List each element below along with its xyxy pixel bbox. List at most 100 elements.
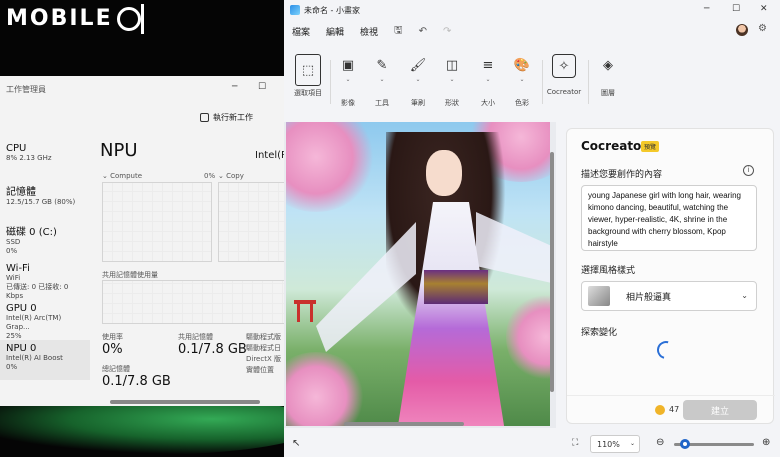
palette-icon: 🎨	[513, 57, 531, 73]
cherry-blossom	[506, 292, 550, 382]
zoom-slider-thumb[interactable]	[680, 439, 690, 449]
compute-graph	[102, 182, 212, 262]
menu-file[interactable]: 檔案	[292, 25, 310, 38]
ribbon-cocreator-button[interactable]: ✧ Cocreator	[544, 54, 584, 96]
ribbon-tools-button[interactable]: ✎ ⌄ 工具	[362, 54, 402, 108]
save-icon[interactable]: 🖫	[394, 23, 403, 40]
redo-icon[interactable]: ↷	[443, 26, 451, 37]
npu-memory-label: 總記憶體	[102, 365, 130, 373]
perf-item-cpu[interactable]: CPU 8% 2.13 GHz	[0, 140, 90, 180]
size-icon: ≡	[482, 57, 494, 73]
shared-memory-label: 共用記憶體	[178, 333, 213, 341]
minimize-icon[interactable]: ─	[232, 82, 237, 92]
prompt-textarea[interactable]: young Japanese girl with long hair, wear…	[581, 185, 757, 251]
usage-label: 使用率	[102, 333, 123, 341]
perf-item-detail: 0%	[6, 247, 18, 255]
perf-item-wifi[interactable]: Wi-Fi WiFi 已傳送: 0 已接收: 0 Kbps	[0, 260, 90, 300]
maximize-icon[interactable]: ☐	[732, 4, 740, 14]
perf-item-detail: 已傳送: 0 已接收: 0 Kbps	[6, 283, 69, 300]
shared-memory-graph-label: 共用記憶體使用量	[102, 271, 158, 279]
copy-graph	[218, 182, 290, 262]
zoom-level-select[interactable]: 110% ⌄	[590, 435, 640, 453]
style-label: 選擇風格樣式	[581, 266, 636, 276]
run-task-icon	[200, 113, 209, 122]
run-new-task-label: 執行新工作	[213, 113, 253, 122]
close-icon[interactable]: ✕	[760, 4, 768, 14]
ribbon-selection-button[interactable]: ⬚ 選取項目	[288, 54, 328, 98]
directx-version-label: DirectX 版	[246, 355, 281, 363]
maximize-icon[interactable]: ☐	[258, 82, 266, 92]
fit-to-window-icon[interactable]: ⛶	[572, 438, 578, 448]
describe-label: 描述您要創作的內容	[581, 170, 663, 180]
menu-edit[interactable]: 編輯	[326, 25, 344, 38]
explore-variations-label: 探索變化	[581, 328, 618, 338]
torii-gate	[294, 300, 316, 322]
ribbon-color-button[interactable]: 🎨 ⌄ 色彩	[502, 54, 542, 108]
shared-memory-graph	[102, 280, 290, 324]
usage-value: 0%	[102, 342, 123, 357]
brush-icon: 🖌	[409, 57, 427, 73]
perf-item-name: NPU 0	[6, 343, 37, 354]
style-thumbnail	[588, 286, 610, 306]
zoom-in-icon[interactable]: ⊕	[762, 437, 770, 448]
chevron-down-icon: ⌄	[741, 291, 748, 300]
physical-location-label: 實體位置	[246, 366, 274, 374]
minimize-icon[interactable]: ─	[704, 4, 709, 14]
copy-dropdown[interactable]: ⌄ Copy	[218, 172, 244, 180]
ribbon-label: 筆刷	[411, 99, 425, 107]
npu-memory-value: 0.1/7.8 GB	[102, 374, 171, 389]
perf-item-memory[interactable]: 記憶體 12.5/15.7 GB (80%)	[0, 180, 90, 220]
ribbon-label: 大小	[481, 99, 495, 107]
chevron-down-icon: ⌄	[485, 76, 491, 83]
ribbon-label: 影像	[341, 99, 355, 107]
settings-gear-icon[interactable]: ⚙	[758, 23, 767, 34]
preview-badge: 預覽	[641, 141, 660, 152]
run-new-task-button[interactable]: 執行新工作	[200, 112, 253, 123]
chevron-down-icon: ⌄	[629, 440, 635, 447]
canvas-artwork[interactable]	[286, 122, 550, 426]
paint-ribbon: ⬚ 選取項目 ▣ ⌄ 影像 ✎ ⌄ 工具 🖌 ⌄ 筆刷 ◫ ⌄ 形狀 ≡ ⌄ 大…	[284, 50, 780, 116]
perf-item-name: 記憶體	[6, 187, 36, 198]
ribbon-layers-button[interactable]: ◈ 圖層	[588, 54, 628, 98]
canvas-area[interactable]	[284, 122, 556, 428]
ribbon-label: 形狀	[445, 99, 459, 107]
compute-percent: 0%	[204, 172, 216, 180]
chevron-down-icon: ⌄	[449, 76, 455, 83]
canvas-vscrollbar[interactable]	[550, 152, 554, 392]
perf-item-detail: 12.5/15.7 GB (80%)	[6, 198, 76, 206]
perf-item-disk[interactable]: 磁碟 0 (C:) SSD 0%	[0, 220, 90, 260]
status-bar: ↖ ⛶ 110% ⌄ ⊖ ⊕	[284, 432, 780, 457]
credits-coin-icon	[655, 405, 665, 415]
zoom-out-icon[interactable]: ⊖	[656, 437, 664, 448]
selection-icon: ⬚	[295, 54, 321, 86]
figure-obi	[424, 270, 488, 304]
compute-dropdown[interactable]: ⌄ Compute	[102, 172, 142, 180]
chevron-down-icon: ⌄	[379, 76, 385, 83]
perf-item-detail: WiFi	[6, 274, 21, 282]
menu-view[interactable]: 檢視	[360, 25, 378, 38]
ribbon-shapes-button[interactable]: ◫ ⌄ 形狀	[432, 54, 472, 108]
logo-mark-icon	[116, 3, 144, 34]
paint-app-icon	[290, 5, 300, 15]
undo-icon[interactable]: ↶	[419, 26, 427, 37]
zoom-level-value: 110%	[597, 439, 620, 449]
avatar[interactable]	[736, 24, 748, 36]
layers-icon: ◈	[603, 57, 613, 73]
paint-titlebar: 未命名 - 小畫家 ─ ☐ ✕	[284, 0, 780, 20]
performance-sidebar: CPU 8% 2.13 GHz 記憶體 12.5/15.7 GB (80%) 磁…	[0, 140, 90, 380]
driver-date-label: 驅動程式日	[246, 344, 281, 352]
perf-item-detail: Intel(R) AI Boost	[6, 354, 63, 362]
loading-spinner-icon	[653, 337, 679, 363]
perf-item-gpu[interactable]: GPU 0 Intel(R) Arc(TM) Grap... 25%	[0, 300, 90, 340]
cherry-blossom	[286, 352, 366, 426]
style-selected-value: 相片般逼真	[626, 292, 672, 303]
perf-item-detail: Intel(R) Arc(TM) Grap...	[6, 314, 62, 331]
npu-detail-pane: NPU Intel(R ⌄ Compute 0% ⌄ Copy 共用記憶體使用量…	[100, 140, 290, 406]
style-dropdown[interactable]: 相片般逼真 ⌄	[581, 281, 757, 311]
info-icon[interactable]: i	[743, 165, 754, 176]
canvas-hscrollbar[interactable]	[344, 422, 464, 426]
chevron-down-icon: ⌄	[519, 76, 525, 83]
perf-item-npu[interactable]: NPU 0 Intel(R) AI Boost 0%	[0, 340, 90, 380]
task-manager-hscrollbar[interactable]	[110, 400, 260, 404]
create-button[interactable]: 建立	[683, 400, 757, 420]
